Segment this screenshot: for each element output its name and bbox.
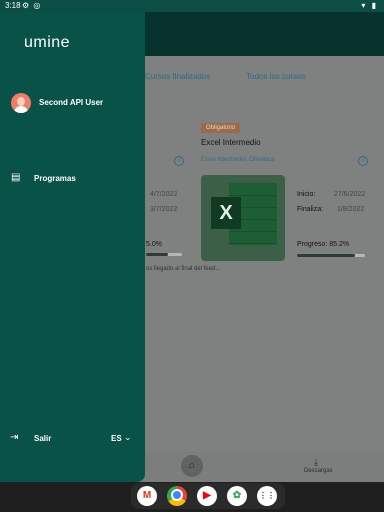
progress-fill xyxy=(297,254,355,257)
progress-label: Progreso: 85.2% xyxy=(297,241,350,248)
partial-end-date: 3/7/2022 xyxy=(150,206,178,213)
screen: 3:18 ⚙ ◎ ▾ ▮ Cursos finalizados Todos lo… xyxy=(0,0,384,512)
start-date: 27/6/2022 xyxy=(334,191,366,198)
book-icon: ▤ xyxy=(11,172,21,183)
course-title[interactable]: Excel Intermedio xyxy=(201,138,261,147)
status-bar: 3:18 ⚙ ◎ ▾ ▮ xyxy=(0,0,384,12)
excel-icon: X xyxy=(211,197,241,229)
start-label: Inicio: xyxy=(297,191,316,198)
drawer-item-programas[interactable]: Programas xyxy=(34,174,76,183)
chrome-icon[interactable] xyxy=(167,486,187,506)
info-icon[interactable]: i xyxy=(174,156,184,166)
end-label: Finaliza: xyxy=(297,206,324,213)
home-icon[interactable]: ⌂ xyxy=(181,455,203,477)
end-date: 1/8/2022 xyxy=(337,206,365,213)
logout-button[interactable]: Salir xyxy=(34,434,51,443)
wifi-battery-icons: ▾ ▮ xyxy=(361,1,378,10)
bottom-nav xyxy=(132,452,384,482)
status-time: 3:18 xyxy=(5,1,21,10)
user-name[interactable]: Second API User xyxy=(39,98,103,107)
notification-icons: ⚙ ◎ xyxy=(22,1,42,10)
partial-progress-label: 5.0% xyxy=(146,241,162,248)
course-subtitle: Excel Intermedio, Ofimática xyxy=(201,157,275,163)
partial-progress-fill xyxy=(146,253,168,256)
progress-bar xyxy=(297,254,365,257)
download-icon[interactable]: ⤓ xyxy=(314,457,318,468)
downloads-label[interactable]: Descargas xyxy=(304,468,333,474)
partial-start-date: 4/7/2022 xyxy=(150,191,178,198)
excel-thumbnail[interactable]: X xyxy=(201,175,285,261)
course-info-icon[interactable]: i xyxy=(358,156,368,166)
navigation-drawer: umine Second API User ▤ Programas ⇥ Sali… xyxy=(0,12,145,482)
gmail-icon[interactable]: M xyxy=(137,486,157,506)
avatar[interactable] xyxy=(11,93,31,113)
tab-finished-courses[interactable]: Cursos finalizados xyxy=(145,72,210,81)
chevron-down-icon[interactable]: ⌄ xyxy=(124,432,132,443)
youtube-icon[interactable]: ▶ xyxy=(197,486,217,506)
end-of-feed-text: os llegado al final del feed... xyxy=(146,266,221,272)
logout-icon[interactable]: ⇥ xyxy=(10,432,18,443)
photos-icon[interactable]: ✿ xyxy=(227,486,247,506)
partial-progress-bar xyxy=(146,253,182,256)
app-drawer-icon[interactable]: ⋮⋮ xyxy=(257,486,277,506)
mandatory-badge: Obligatorio xyxy=(201,123,241,133)
umine-logo: umine xyxy=(24,34,71,51)
language-selector[interactable]: ES xyxy=(111,434,122,443)
tab-all-courses[interactable]: Todos los cursos xyxy=(246,72,306,81)
